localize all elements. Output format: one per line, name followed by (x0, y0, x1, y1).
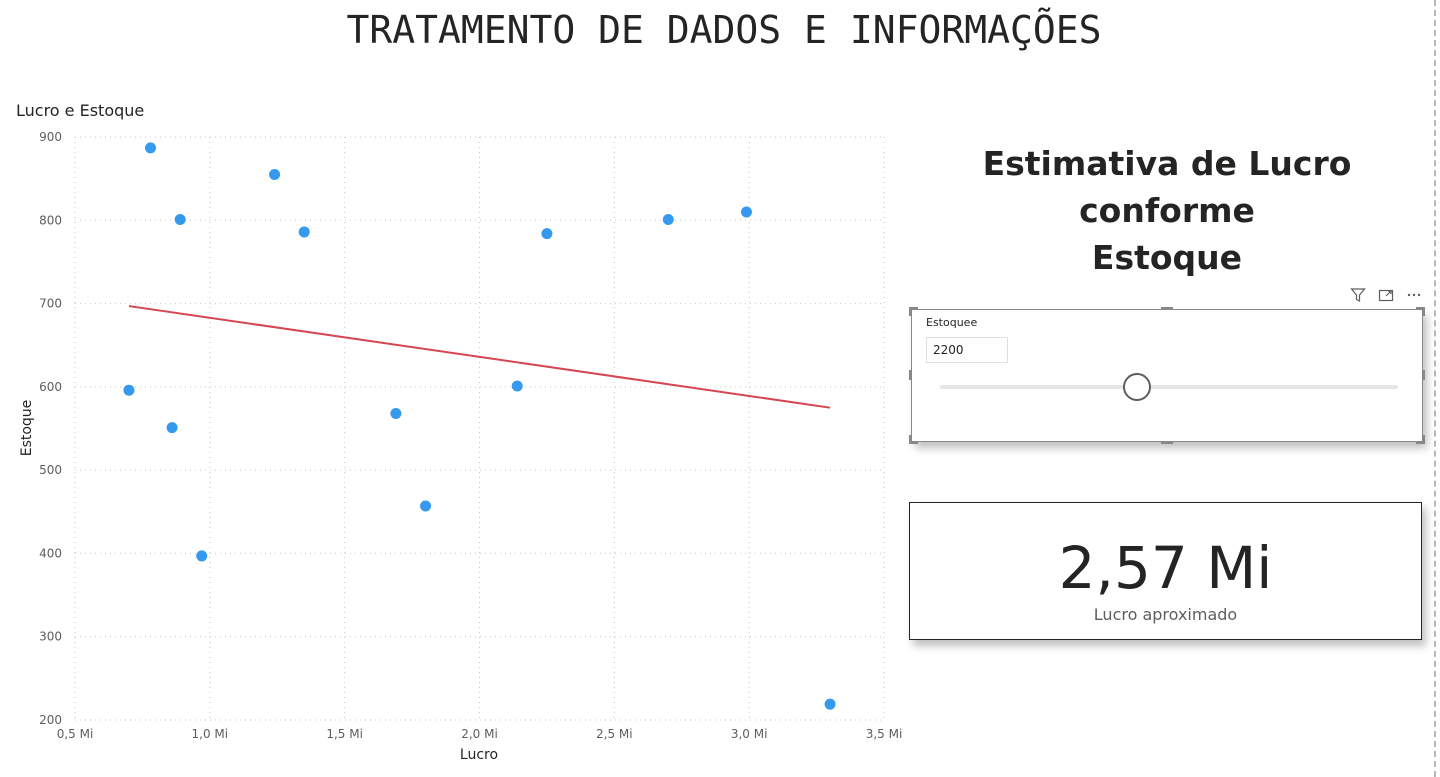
x-tick-label: 3,0 Mi (731, 727, 768, 741)
chart-title: Lucro e Estoque (16, 101, 144, 120)
data-point[interactable] (740, 206, 752, 218)
scatter-chart: Lucro e Estoque 0,5 Mi 1,0 Mi 1,5 Mi 2,0 Mi… (16, 101, 903, 763)
y-axis-ticks: 200 300 400 500 600 700 800 900 (39, 130, 62, 727)
page-edge-divider (1434, 0, 1436, 777)
x-axis-title: Lucro (460, 747, 498, 763)
y-tick-label: 800 (39, 213, 62, 227)
resize-handle[interactable] (909, 435, 912, 444)
resize-handle[interactable] (1422, 435, 1425, 444)
data-point[interactable] (174, 213, 186, 225)
x-tick-label: 3,5 Mi (866, 727, 903, 741)
data-point[interactable] (166, 422, 178, 434)
data-point[interactable] (420, 500, 432, 512)
y-tick-label: 700 (39, 297, 62, 311)
estimate-title-line2: Estoque (1091, 238, 1243, 277)
y-tick-label: 300 (39, 630, 62, 644)
data-point[interactable] (511, 380, 523, 392)
y-tick-label: 900 (39, 130, 62, 144)
x-tick-label: 0,5 Mi (57, 727, 94, 741)
x-tick-label: 2,0 Mi (461, 727, 498, 741)
y-tick-label: 200 (39, 713, 62, 727)
y-axis-title: Estoque (19, 400, 35, 457)
data-point[interactable] (123, 384, 135, 396)
profit-card: 2,57 Mi Lucro aproximado (909, 502, 1422, 640)
resize-handle[interactable] (1161, 441, 1173, 444)
estoque-slicer: Estoquee 2200 (909, 307, 1425, 444)
estimate-title: Estimativa de Lucro conforme Estoque (900, 140, 1434, 281)
slicer-value-input[interactable]: 2200 (926, 337, 1008, 363)
card-value: 2,57 Mi (1058, 534, 1273, 602)
resize-handle[interactable] (1161, 307, 1173, 310)
data-point[interactable] (541, 228, 553, 240)
data-point[interactable] (269, 168, 281, 180)
y-tick-label: 500 (39, 463, 62, 477)
data-point[interactable] (145, 142, 157, 154)
resize-handle[interactable] (1422, 307, 1425, 316)
focus-mode-icon[interactable] (1376, 285, 1396, 305)
more-options-icon[interactable] (1404, 285, 1424, 305)
data-point[interactable] (662, 213, 674, 225)
estimate-title-line1: Estimativa de Lucro conforme (982, 144, 1352, 230)
slicer-label: Estoquee (926, 316, 978, 329)
resize-handle[interactable] (1422, 370, 1425, 380)
x-tick-label: 2,5 Mi (596, 727, 633, 741)
x-tick-label: 1,5 Mi (326, 727, 363, 741)
page-title: TRATAMENTO DE DADOS E INFORMAÇÕES (346, 8, 1102, 52)
resize-handle[interactable] (909, 370, 912, 380)
data-point[interactable] (390, 408, 402, 420)
filter-icon[interactable] (1348, 285, 1368, 305)
data-point[interactable] (298, 226, 310, 238)
y-tick-label: 400 (39, 546, 62, 560)
resize-handle[interactable] (909, 307, 912, 316)
x-axis-ticks: 0,5 Mi 1,0 Mi 1,5 Mi 2,0 Mi 2,5 Mi 3,0 Mi 3,5 … (57, 727, 903, 741)
slider-thumb[interactable] (1122, 373, 1151, 401)
y-tick-label: 600 (39, 380, 62, 394)
slider-track[interactable] (940, 385, 1398, 389)
chart-grid (74, 136, 885, 721)
data-point[interactable] (196, 550, 208, 562)
x-tick-label: 1,0 Mi (192, 727, 229, 741)
card-label: Lucro aproximado (1093, 605, 1238, 624)
visual-header (1340, 284, 1424, 306)
data-point[interactable] (824, 698, 836, 710)
